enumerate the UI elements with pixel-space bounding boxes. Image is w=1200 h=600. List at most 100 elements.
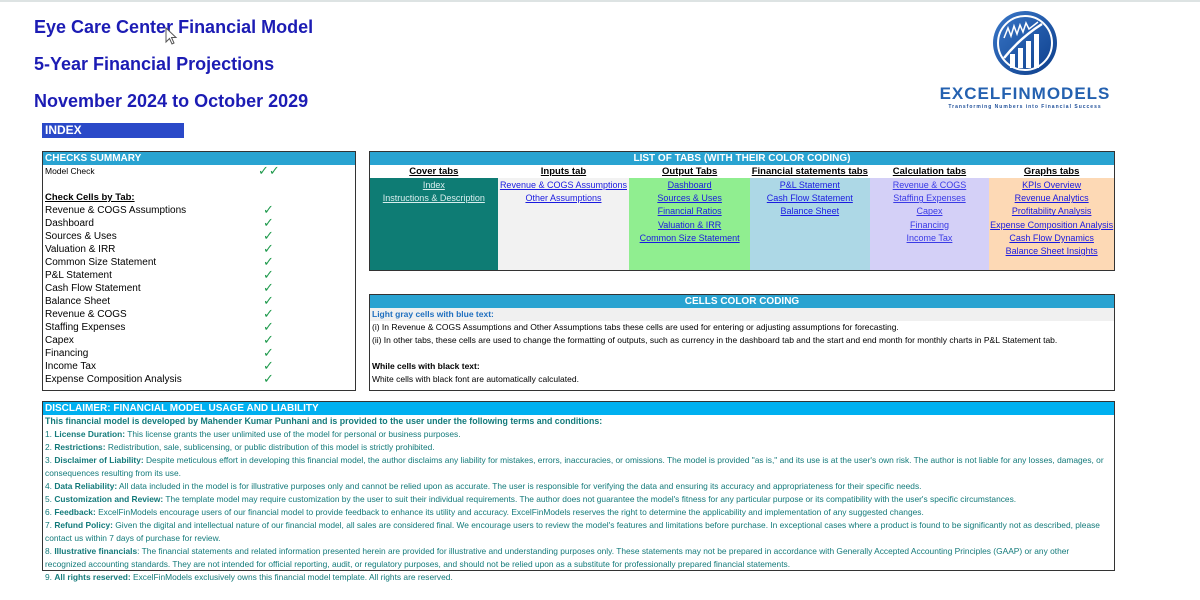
item-text: Given the digital and intellectual natur… <box>45 520 1100 543</box>
logo-chart-icon <box>993 11 1057 75</box>
check-row: Revenue & COGS ✓ <box>43 307 355 321</box>
item-text: : The financial statements and related i… <box>45 546 1070 569</box>
tab-column-heading: Calculation tabs <box>869 165 990 178</box>
check-label: Valuation & IRR <box>45 244 116 255</box>
item-text: This license grants the user unlimited u… <box>125 429 461 439</box>
check-label: Cash Flow Statement <box>45 283 141 294</box>
tab-link[interactable]: Staffing Expenses <box>893 192 965 205</box>
model-check-label: Model Check <box>45 166 95 176</box>
item-title: Illustrative financials <box>54 546 138 556</box>
item-number: 8. <box>45 546 55 556</box>
disclaimer-intro: This financial model is developed by Mah… <box>45 416 603 426</box>
tab-link[interactable]: Revenue Analytics <box>1015 192 1089 205</box>
tab-link[interactable]: Balance Sheet Insights <box>1006 245 1098 258</box>
check-row: Balance Sheet ✓ <box>43 294 355 308</box>
logo-brand: EXCELFINMODELS <box>939 84 1111 103</box>
tab-link[interactable]: Balance Sheet <box>781 205 840 218</box>
tab-link[interactable]: Expense Composition Analysis <box>990 219 1113 232</box>
tab-columns: Cover tabs Index Instructions & Descriptio… <box>370 165 1114 270</box>
tab-link[interactable]: Revenue & COGS <box>893 179 967 192</box>
disclaimer-panel: DISCLAIMER: FINANCIAL MODEL USAGE AND LI… <box>42 401 1115 582</box>
page-subtitle: 5-Year Financial Projections <box>34 54 275 74</box>
tab-link[interactable]: Instructions & Description <box>383 192 485 205</box>
item-number: 2. <box>45 442 55 452</box>
tab-column-inputs: Inputs tab Revenue & COGS Assumptions Othe… <box>497 165 630 270</box>
check-row: P&L Statement ✓ <box>43 268 355 282</box>
tab-column-body: P&L Statement Cash Flow Statement Balance … <box>749 178 870 270</box>
tab-link[interactable]: Financing <box>910 219 949 232</box>
item-number: 7. <box>45 520 55 530</box>
tab-column-heading: Output Tabs <box>629 165 750 178</box>
tab-column-heading: Inputs tab <box>497 165 630 178</box>
check-row: Capex ✓ <box>43 333 355 347</box>
tab-column-body: Revenue & COGS Staffing Expenses Capex Fina… <box>869 178 990 270</box>
item-number: 6. <box>45 507 55 517</box>
tab-column-body: Revenue & COGS Assumptions Other Assumpti… <box>497 178 630 270</box>
check-label: Revenue & COGS Assumptions <box>45 205 187 216</box>
tab-link[interactable]: Profitability Analysis <box>1012 205 1092 218</box>
check-label: Expense Composition Analysis <box>45 374 182 385</box>
disclaimer-items: 1. License Duration: This license grants… <box>43 428 1114 584</box>
check-label: Capex <box>45 335 74 346</box>
tab-link[interactable]: Financial Ratios <box>658 205 722 218</box>
item-text: Despite meticulous effort in developing … <box>45 455 1104 478</box>
item-title: Restrictions: <box>54 442 106 452</box>
check-row: Income Tax ✓ <box>43 359 355 373</box>
check-row: Staffing Expenses ✓ <box>43 320 355 334</box>
item-text: ExcelFinModels encourage users of our fi… <box>95 507 924 517</box>
tab-link[interactable]: Revenue & COGS Assumptions <box>500 179 627 192</box>
disclaimer-item: 5. Customization and Review: The templat… <box>43 493 1114 506</box>
tab-link[interactable]: Common Size Statement <box>640 232 740 245</box>
checkmark-icon: ✓ <box>263 371 274 386</box>
check-label: Common Size Statement <box>45 257 157 268</box>
tab-link[interactable]: Other Assumptions <box>525 192 601 205</box>
black-text-heading: While cells with black text: <box>372 361 480 371</box>
tab-link[interactable]: KPIs Overview <box>1022 179 1081 192</box>
tab-column-output: Output Tabs Dashboard Sources & Uses Financ… <box>629 165 750 270</box>
tab-link[interactable]: Capex <box>916 205 942 218</box>
check-row: Expense Composition Analysis ✓ <box>43 371 355 386</box>
tab-link[interactable]: Income Tax <box>907 232 953 245</box>
blue-text-line-1: (i) In Revenue & COGS Assumptions and Ot… <box>372 322 899 332</box>
item-title: Disclaimer of Liability: <box>54 455 144 465</box>
check-label: Balance Sheet <box>45 296 111 307</box>
item-title: Data Reliability: <box>54 481 118 491</box>
black-text-line: White cells with black font are automati… <box>372 374 579 384</box>
tab-link[interactable]: Sources & Uses <box>657 192 722 205</box>
tab-column-heading: Financial statements tabs <box>749 165 870 178</box>
top-border <box>0 0 1200 2</box>
item-text: The template model may require customiza… <box>163 494 1017 504</box>
disclaimer-item: 9. All rights reserved: ExcelFinModels e… <box>43 571 1114 584</box>
index-label: INDEX <box>42 123 184 138</box>
tab-column-body: Dashboard Sources & Uses Financial Ratios V… <box>629 178 750 270</box>
check-row: Dashboard ✓ <box>43 216 355 230</box>
tab-link[interactable]: Cash Flow Statement <box>767 192 853 205</box>
projection-period: November 2024 to October 2029 <box>34 91 309 111</box>
check-label: P&L Statement <box>45 270 112 281</box>
tab-column-graphs: Graphs tabs KPIs Overview Revenue Analytic… <box>989 165 1114 270</box>
item-title: Feedback: <box>54 507 96 517</box>
tab-link[interactable]: Cash Flow Dynamics <box>1009 232 1094 245</box>
tabs-list-header: LIST OF TABS (WITH THEIR COLOR CODING) <box>370 152 1114 165</box>
disclaimer-item: 7. Refund Policy: Given the digital and … <box>43 519 1114 545</box>
tab-link[interactable]: P&L Statement <box>780 179 840 192</box>
check-row: Financing ✓ <box>43 346 355 360</box>
cells-color-coding-panel: CELLS COLOR CODING Light gray cells with… <box>369 294 1115 391</box>
disclaimer-item: 4. Data Reliability: All data included i… <box>43 480 1114 493</box>
double-check-icon: ✓✓ <box>258 163 280 178</box>
checks-summary-header: CHECKS SUMMARY <box>43 152 355 165</box>
item-text: Redistribution, sale, sublicensing, or p… <box>105 442 435 452</box>
check-label: Dashboard <box>45 218 94 229</box>
check-row: Sources & Uses ✓ <box>43 229 355 243</box>
item-title: All rights reserved: <box>54 572 131 582</box>
tab-link[interactable]: Dashboard <box>668 179 712 192</box>
item-text: All data included in the model is for il… <box>117 481 922 491</box>
tab-link[interactable]: Valuation & IRR <box>658 219 721 232</box>
tab-column-cover: Cover tabs Index Instructions & Descriptio… <box>370 165 498 270</box>
color-coding-header: CELLS COLOR CODING <box>370 295 1114 308</box>
tab-link[interactable]: Index <box>423 179 445 192</box>
blue-text-line-2: (ii) In other tabs, these cells are used… <box>372 335 1058 345</box>
mouse-cursor-icon <box>165 27 178 45</box>
